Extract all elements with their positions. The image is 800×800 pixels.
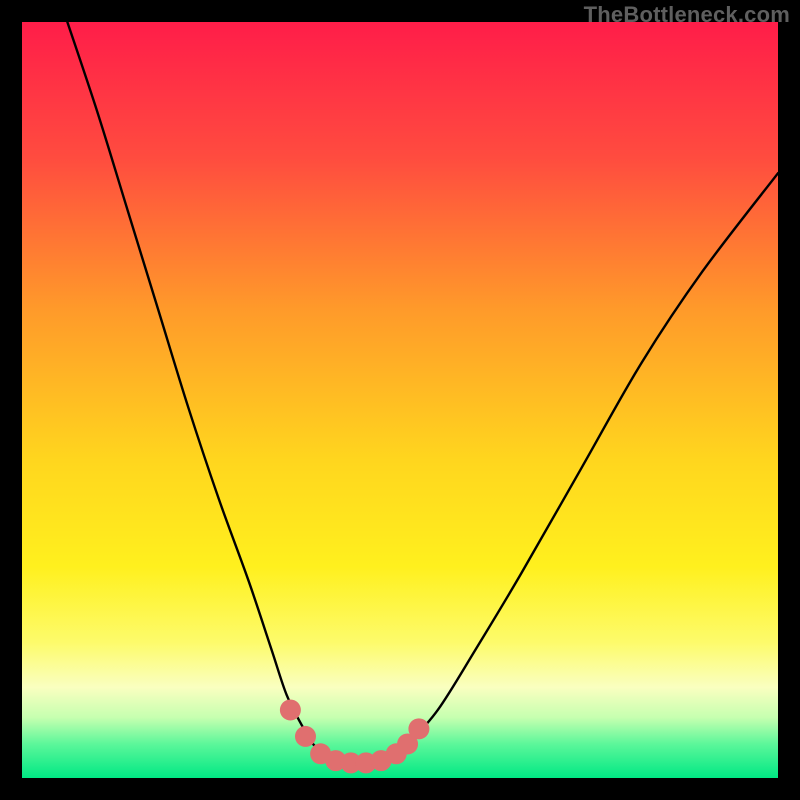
plot-area [22,22,778,778]
marker-dot [295,726,316,747]
chart-frame: TheBottleneck.com [0,0,800,800]
marker-dot [280,699,301,720]
gradient-background [22,22,778,778]
watermark-text: TheBottleneck.com [584,2,790,28]
marker-dot [408,718,429,739]
bottleneck-chart [22,22,778,778]
